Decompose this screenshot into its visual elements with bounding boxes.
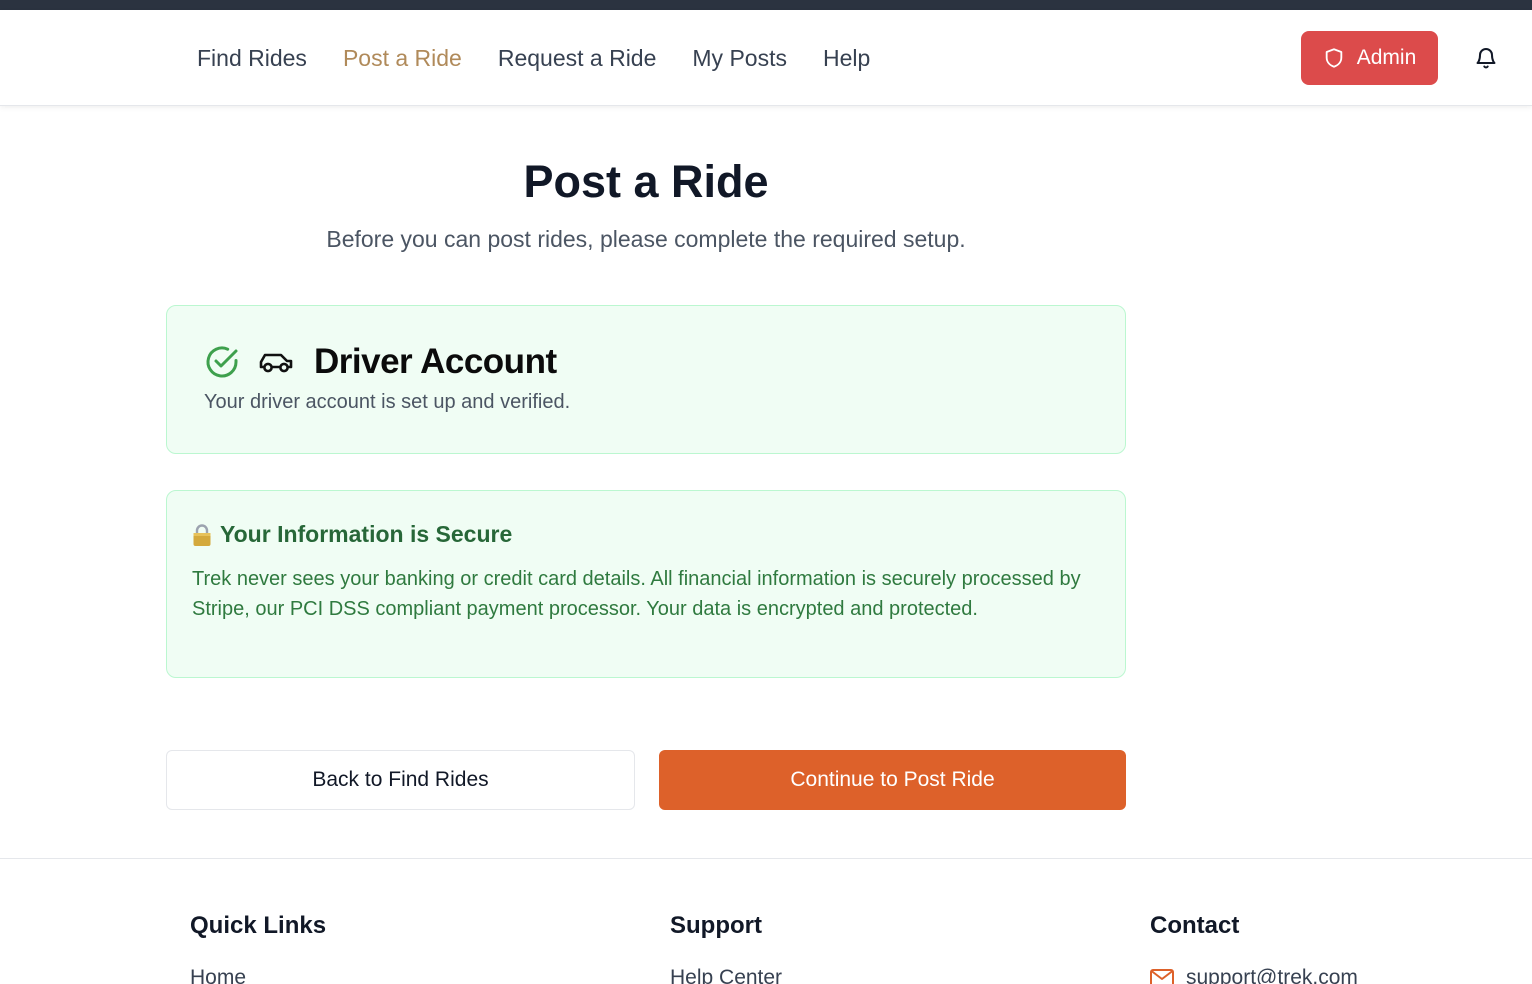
lock-icon [193, 523, 211, 546]
driver-account-card: Driver Account Your driver account is se… [166, 305, 1126, 454]
nav-request-a-ride[interactable]: Request a Ride [498, 45, 657, 72]
driver-account-status: Your driver account is set up and verifi… [204, 391, 571, 413]
page-title: Post a Ride [523, 156, 769, 207]
nav-help[interactable]: Help [823, 45, 870, 72]
footer-contact-email-link[interactable]: support@trek.com [1150, 966, 1358, 984]
page-subtitle: Before you can post rides, please comple… [326, 226, 966, 252]
footer-quick-links: Quick Links Home [190, 912, 327, 984]
driver-account-header: Driver Account [204, 342, 557, 382]
footer-contact-email: support@trek.com [1186, 966, 1358, 984]
top-strip [0, 0, 1532, 10]
car-icon [259, 353, 293, 373]
main-nav: Find Rides Post a Ride Request a Ride My… [197, 10, 870, 106]
footer-support: Support Help Center [670, 912, 782, 984]
security-notice-header: Your Information is Secure [192, 521, 512, 548]
shield-icon [1325, 48, 1342, 68]
continue-to-post-ride-button[interactable]: Continue to Post Ride [659, 750, 1126, 810]
navbar: Find Rides Post a Ride Request a Ride My… [0, 10, 1532, 106]
footer-contact-heading: Contact [1150, 912, 1240, 939]
back-to-find-rides-button[interactable]: Back to Find Rides [166, 750, 635, 810]
admin-label: Admin [1356, 46, 1417, 69]
nav-post-a-ride[interactable]: Post a Ride [343, 45, 462, 72]
security-notice-text: Trek never sees your banking or credit c… [192, 568, 1081, 620]
driver-account-title: Driver Account [314, 342, 557, 381]
security-notice-title: Your Information is Secure [220, 521, 513, 547]
footer-quick-links-heading: Quick Links [190, 912, 327, 939]
footer-link-home[interactable]: Home [190, 966, 246, 984]
mail-icon [1150, 969, 1174, 984]
nav-find-rides[interactable]: Find Rides [197, 45, 307, 72]
bell-icon[interactable] [1474, 46, 1498, 70]
footer: Quick Links Home Support Help Center Con… [0, 858, 1532, 984]
security-notice-card: Your Information is Secure Trek never se… [166, 490, 1126, 678]
footer-support-heading: Support [670, 912, 762, 939]
footer-contact: Contact support@trek.com [1150, 912, 1358, 984]
check-circle-icon [206, 346, 238, 378]
footer-link-help-center[interactable]: Help Center [670, 966, 782, 984]
admin-button[interactable]: Admin [1301, 31, 1438, 85]
nav-my-posts[interactable]: My Posts [692, 45, 787, 72]
